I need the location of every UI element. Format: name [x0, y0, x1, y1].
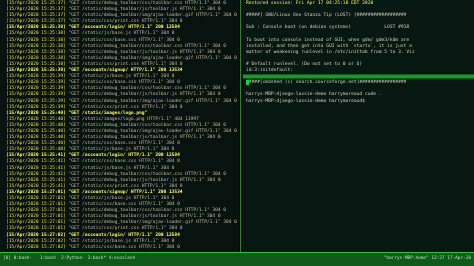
log-request: "GET /static/css/print.css HTTP/1.1" 304… — [65, 61, 183, 67]
log-request: "GET /static/debug_toolbar/img/ajax-load… — [65, 98, 237, 104]
terminal-output: Restored session: Fri Apr 17 04:25:18 ED… — [243, 0, 474, 105]
log-timestamp: [15/Apr/2020 15:25:41] — [6, 165, 66, 171]
log-request: "GET /static/js/base.js HTTP/1.1" 304 0 — [65, 165, 175, 171]
log-request: "GET /static/css/print.css HTTP/1.1" 304… — [65, 226, 183, 232]
log-timestamp: [15/Apr/2020 15:27:01] — [6, 208, 66, 214]
log-timestamp: [15/Apr/2020 15:25:39] — [6, 104, 66, 110]
log-request: "GET /static/js/base.js HTTP/1.1" 304 0 — [65, 74, 175, 80]
log-line: [15/Apr/2020 15:27:02] "GET /static/css/… — [6, 245, 239, 251]
log-request: "GET /static/debug_toolbar/img/ajax-load… — [65, 55, 237, 61]
tmux-status-bar: [0] 0:bash- 1:bash 2:Python- 3:bash* 4:e… — [0, 252, 474, 266]
server-log-pane[interactable]: [15/Apr/2020 15:25:37] "GET /static/debu… — [0, 0, 239, 252]
log-request: "GET /accounts/signup/ HTTP/1.1" 200 135… — [65, 68, 183, 74]
log-timestamp: [15/Apr/2020 15:25:41] — [6, 177, 66, 183]
log-request: "GET /static/debug_toolbar/css/toolbar.c… — [65, 122, 226, 128]
log-request: "GET /accounts/login/ HTTP/1.1" 200 1258… — [65, 153, 180, 159]
log-timestamp: [15/Apr/2020 15:27:01] — [6, 220, 66, 226]
log-request: "GET /static/debug_toolbar/img/ajax-load… — [65, 220, 237, 226]
log-request: "GET /static/js/base.js HTTP/1.1" 304 0 — [65, 147, 175, 153]
log-timestamp: [15/Apr/2020 15:25:38] — [6, 37, 66, 43]
log-timestamp: [15/Apr/2020 15:25:38] — [6, 25, 66, 31]
log-timestamp: [15/Apr/2020 15:27:01] — [6, 189, 66, 195]
terminal-cursor — [246, 80, 249, 85]
log-timestamp: [15/Apr/2020 15:27:01] — [6, 196, 66, 201]
log-timestamp: [15/Apr/2020 15:27:02] — [6, 238, 66, 244]
terminal-pane[interactable]: Restored session: Fri Apr 17 04:25:18 ED… — [243, 0, 474, 252]
log-timestamp: [15/Apr/2020 15:25:39] — [6, 86, 66, 92]
host-clock: "harrys-MBP.home" 12:27 17-Apr-20 — [383, 256, 471, 261]
log-request: "GET /static/debug_toolbar/css/toolbar.c… — [65, 86, 226, 92]
log-request: "GET /static/debug_toolbar/img/ajax-load… — [65, 13, 237, 19]
log-timestamp: [15/Apr/2020 15:25:41] — [6, 159, 66, 165]
log-request: "GET /accounts/login/ HTTP/1.1" 200 1258… — [65, 232, 180, 238]
log-timestamp: [15/Apr/2020 15:25:40] — [6, 135, 66, 141]
log-request: "GET /static/css/base.css HTTP/1.1" 304 … — [65, 80, 180, 86]
log-timestamp: [15/Apr/2020 15:27:02] — [6, 232, 66, 238]
log-timestamp: [15/Apr/2020 15:27:01] — [6, 202, 66, 208]
log-timestamp: [15/Apr/2020 15:25:39] — [6, 80, 66, 86]
log-timestamp: [15/Apr/2020 15:25:38] — [6, 43, 66, 49]
log-timestamp: [15/Apr/2020 15:25:41] — [6, 171, 66, 177]
log-request: "GET /static/css/print.css HTTP/1.1" 304… — [65, 183, 183, 189]
terminal-line: harrys-MBP:django-lassie-demo harrymorea… — [246, 98, 365, 104]
log-timestamp: [15/Apr/2020 15:25:37] — [6, 7, 66, 13]
log-timestamp: [15/Apr/2020 15:25:38] — [6, 61, 66, 67]
log-request: "GET /accounts/login/ HTTP/1.1" 200 1258… — [65, 25, 180, 31]
log-request: "GET /static/debug_toolbar/js/toolbar.js… — [65, 214, 221, 220]
log-timestamp: [15/Apr/2020 15:25:37] — [6, 13, 66, 19]
log-request: "GET /static/debug_toolbar/css/toolbar.c… — [65, 171, 226, 177]
log-timestamp: [15/Apr/2020 15:25:38] — [6, 31, 66, 37]
log-timestamp: [15/Apr/2020 15:25:40] — [6, 147, 66, 153]
log-request: "GET /static/css/print.css HTTP/1.1" 304… — [65, 19, 183, 25]
log-timestamp: [15/Apr/2020 15:25:39] — [6, 74, 66, 80]
log-request: "GET /static/js/base.js HTTP/1.1" 304 0 — [65, 238, 175, 244]
log-timestamp: [15/Apr/2020 15:25:40] — [6, 122, 66, 128]
log-request: "GET /static/debug_toolbar/js/toolbar.js… — [65, 49, 221, 55]
pane-status-bar — [243, 74, 474, 79]
log-timestamp: [15/Apr/2020 15:25:39] — [6, 68, 66, 74]
log-request: "GET /static/debug_toolbar/js/toolbar.js… — [65, 135, 221, 141]
log-request: "GET /static/debug_toolbar/img/ajax-load… — [65, 128, 237, 134]
log-request: "GET /static/css/print.css HTTP/1.1" 304… — [65, 104, 183, 110]
log-request: "GET /static/css/base.css HTTP/1.1" 304 … — [65, 141, 180, 147]
log-timestamp: [15/Apr/2020 15:25:40] — [6, 141, 66, 147]
log-request: "GET /static/debug_toolbar/js/toolbar.js… — [65, 92, 221, 98]
log-timestamp: [15/Apr/2020 15:25:38] — [6, 49, 66, 55]
log-request: "GET /static/css/base.css HTTP/1.1" 304 … — [65, 244, 180, 250]
log-timestamp: [15/Apr/2020 15:25:39] — [6, 98, 66, 104]
log-request: "GET /static/js/base.js HTTP/1.1" 304 0 — [65, 31, 175, 37]
log-request: "GET /static/debug_toolbar/js/toolbar.js… — [65, 7, 221, 13]
log-request: "GET /static/css/base.css HTTP/1.1" 304 … — [65, 37, 180, 43]
log-timestamp: [15/Apr/2020 15:25:40] — [6, 128, 66, 134]
log-request: "GET /static/css/base.css HTTP/1.1" 304 … — [65, 159, 180, 165]
window-list[interactable]: [0] 0:bash- 1:bash 2:Python- 3:bash* 4:e… — [3, 256, 135, 261]
log-timestamp: [15/Apr/2020 15:27:01] — [6, 226, 66, 232]
log-timestamp: [15/Apr/2020 15:27:02] — [6, 244, 66, 250]
log-timestamp: [15/Apr/2020 15:25:37] — [6, 1, 66, 6]
log-request: "GET /static/debug_toolbar/js/toolbar.js… — [65, 177, 221, 183]
log-request: "GET /static/images/logo.png" — [65, 110, 148, 116]
log-timestamp: [15/Apr/2020 15:25:38] — [6, 55, 66, 61]
log-request: "GET /static/css/base.css HTTP/1.1" 304 … — [65, 202, 180, 208]
log-request: "GET /static/js/base.js HTTP/1.1" 304 0 — [65, 196, 175, 201]
log-timestamp: [15/Apr/2020 15:25:41] — [6, 153, 66, 159]
log-timestamp: [15/Apr/2020 15:25:39] — [6, 92, 66, 98]
log-request: "GET /static/debug_toolbar/css/toolbar.c… — [65, 43, 226, 49]
log-request: "GET /accounts/signup/ HTTP/1.1" 200 135… — [65, 189, 183, 195]
server-log: [15/Apr/2020 15:25:37] "GET /static/debu… — [0, 0, 239, 251]
log-timestamp: [15/Apr/2020 15:25:41] — [6, 183, 66, 189]
log-request: "GET /static/debug_toolbar/css/toolbar.c… — [65, 1, 226, 6]
log-timestamp: [15/Apr/2020 15:25:40] — [6, 116, 66, 122]
log-request: "GET /static/images/logo.png HTTP/1.1" 4… — [65, 116, 199, 122]
log-timestamp: [15/Apr/2020 15:25:40] — [6, 110, 66, 116]
log-timestamp: [15/Apr/2020 15:25:37] — [6, 19, 66, 25]
log-request: "GET /static/debug_toolbar/css/toolbar.c… — [65, 208, 226, 214]
log-timestamp: [15/Apr/2020 15:27:01] — [6, 214, 66, 220]
